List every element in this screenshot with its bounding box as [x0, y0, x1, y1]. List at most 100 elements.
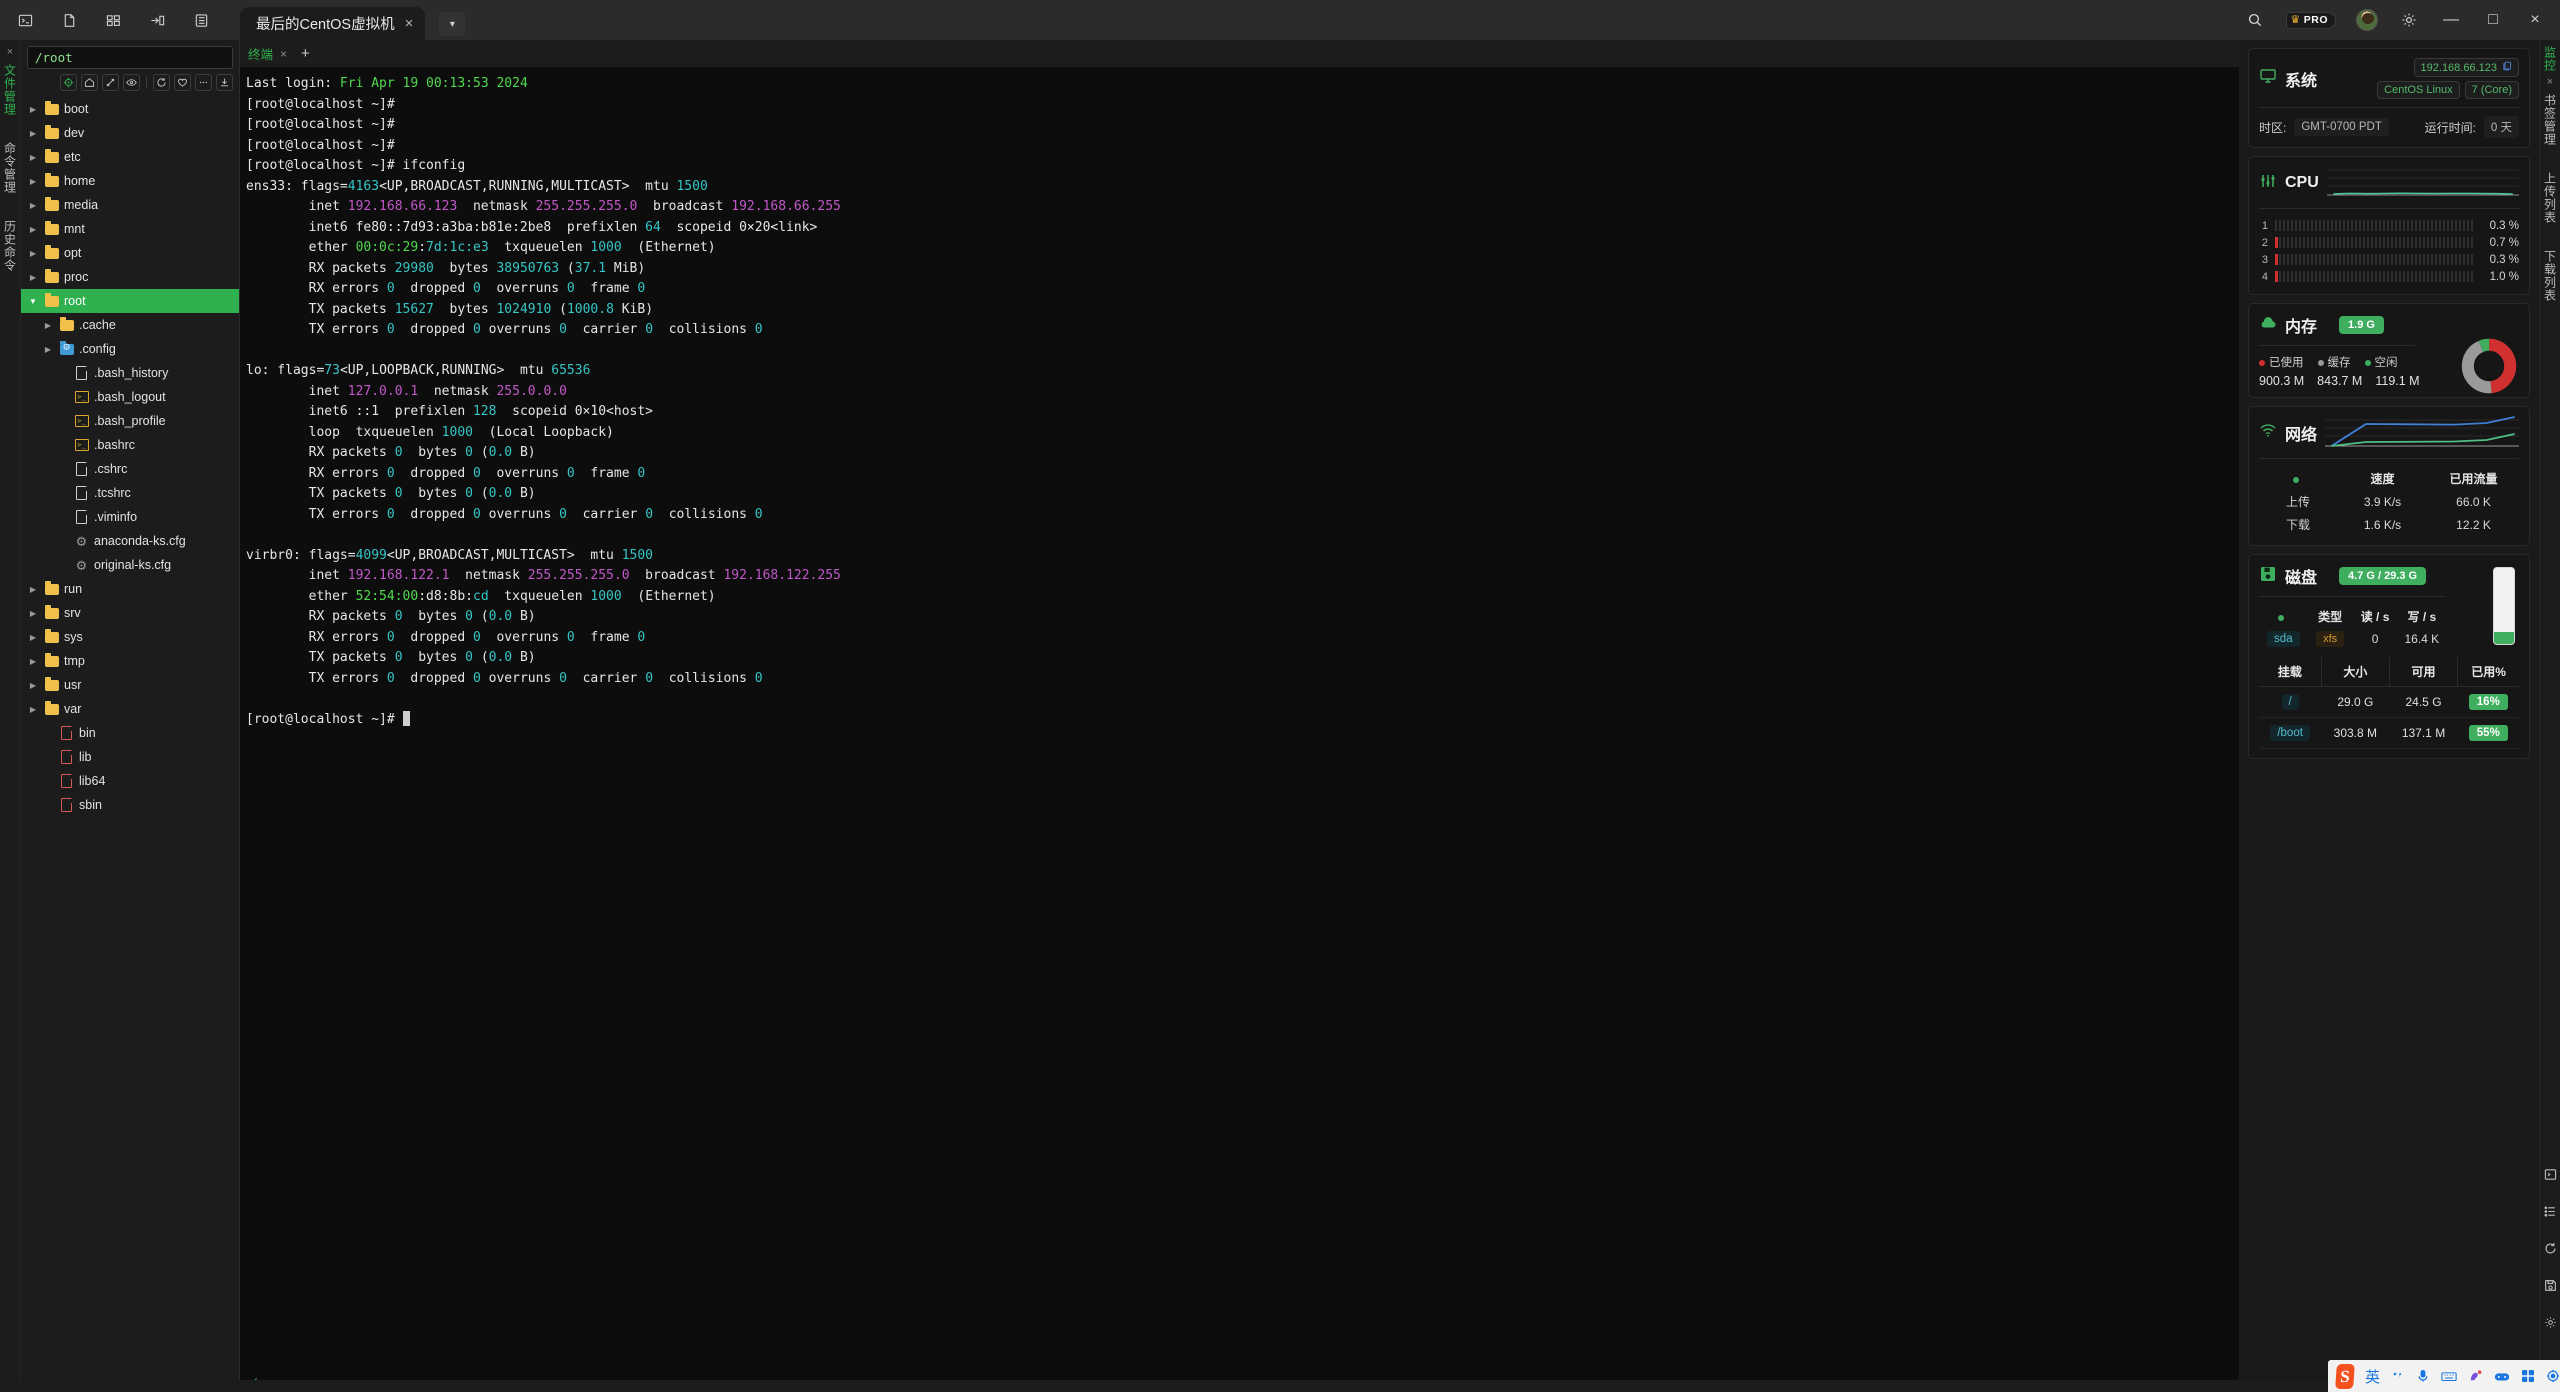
tree-item-tmp[interactable]: ▶ tmp — [21, 649, 239, 673]
left-rail-close-icon[interactable]: × — [7, 46, 13, 58]
right-rail-tab-bookmarks[interactable]: 书签管理 — [2542, 94, 2559, 146]
refresh-icon[interactable] — [153, 74, 170, 91]
tree-item-media[interactable]: ▶ media — [21, 193, 239, 217]
close-icon[interactable]: × — [280, 47, 287, 61]
tree-item-lib64[interactable]: lib64 — [21, 769, 239, 793]
maximize-button[interactable]: □ — [2482, 9, 2504, 31]
gear-icon[interactable] — [2543, 1315, 2558, 1330]
hidden-files-icon[interactable] — [123, 74, 140, 91]
tree-item-dot-bashrc[interactable]: >_ .bashrc — [21, 433, 239, 457]
chevron-down-icon[interactable]: ▾ — [439, 12, 466, 36]
avatar[interactable] — [2356, 9, 2378, 31]
tree-item-dot-bash_history[interactable]: .bash_history — [21, 361, 239, 385]
tree-item-dot-bash_profile[interactable]: >_ .bash_profile — [21, 409, 239, 433]
favorite-icon[interactable] — [174, 74, 191, 91]
file-tree[interactable]: ▶ boot ▶ dev ▶ etc ▶ home ▶ media ▶ mnt ▶ opt ▶ proc ▼ ro… — [21, 95, 239, 1392]
terminal-tab[interactable]: 终端 × — [248, 44, 287, 63]
punctuation-icon[interactable] — [2391, 1369, 2405, 1383]
session-tab[interactable]: 最后的CentOS虚拟机 × — [240, 7, 426, 40]
expand-arrow-icon[interactable]: ▶ — [27, 633, 39, 642]
expand-arrow-icon[interactable]: ▼ — [27, 297, 39, 306]
gear-icon[interactable] — [2398, 9, 2420, 31]
tree-item-dot-bash_logout[interactable]: >_ .bash_logout — [21, 385, 239, 409]
tree-item-dot-viminfo[interactable]: .viminfo — [21, 505, 239, 529]
save-icon[interactable] — [2543, 1278, 2558, 1293]
connect-icon[interactable] — [146, 9, 168, 31]
new-terminal-tab-button[interactable]: + — [301, 46, 310, 61]
game-icon[interactable] — [2494, 1370, 2510, 1383]
path-input[interactable]: /root — [27, 46, 233, 69]
split-icon[interactable] — [102, 9, 124, 31]
window-close-button[interactable]: × — [2524, 9, 2546, 31]
tree-item-mnt[interactable]: ▶ mnt — [21, 217, 239, 241]
copy-icon[interactable] — [2502, 61, 2512, 74]
expand-arrow-icon[interactable]: ▶ — [27, 705, 39, 714]
tree-item-proc[interactable]: ▶ proc — [21, 265, 239, 289]
expand-arrow-icon[interactable]: ▶ — [27, 273, 39, 282]
tree-item-etc[interactable]: ▶ etc — [21, 145, 239, 169]
skin-icon[interactable] — [2468, 1369, 2483, 1384]
sogou-ime-logo[interactable]: S — [2335, 1363, 2355, 1389]
expand-arrow-icon[interactable]: ▶ — [42, 345, 54, 354]
locate-icon[interactable] — [60, 74, 77, 91]
refresh-icon[interactable] — [2543, 1241, 2558, 1256]
tree-item-dot-cache[interactable]: ▶ .cache — [21, 313, 239, 337]
tree-item-dot-cshrc[interactable]: .cshrc — [21, 457, 239, 481]
resize-icon[interactable] — [102, 74, 119, 91]
tree-item-opt[interactable]: ▶ opt — [21, 241, 239, 265]
expand-arrow-icon[interactable]: ▶ — [42, 321, 54, 330]
expand-arrow-icon[interactable]: ▶ — [27, 105, 39, 114]
tree-item-anaconda-ks.cfg[interactable]: ⚙ anaconda-ks.cfg — [21, 529, 239, 553]
expand-arrow-icon[interactable]: ▶ — [27, 609, 39, 618]
expand-arrow-icon[interactable]: ▶ — [27, 153, 39, 162]
right-rail-close-icon[interactable]: × — [2547, 76, 2553, 88]
expand-arrow-icon[interactable]: ▶ — [27, 201, 39, 210]
tree-item-home[interactable]: ▶ home — [21, 169, 239, 193]
sftp-icon[interactable] — [58, 9, 80, 31]
terminal-output[interactable]: Last login: Fri Apr 19 00:13:53 2024 [roo… — [240, 67, 2239, 1370]
left-rail-tab-history-commands[interactable]: 历史命令 — [2, 220, 19, 272]
tree-item-lib[interactable]: lib — [21, 745, 239, 769]
tree-item-dev[interactable]: ▶ dev — [21, 121, 239, 145]
tree-item-dot-tcshrc[interactable]: .tcshrc — [21, 481, 239, 505]
tree-item-sbin[interactable]: sbin — [21, 793, 239, 817]
left-rail-tab-file-manager[interactable]: 文件管理 — [2, 64, 19, 116]
expand-arrow-icon[interactable]: ▶ — [27, 681, 39, 690]
keyboard-icon[interactable] — [2441, 1370, 2457, 1383]
expand-arrow-icon[interactable]: ▶ — [27, 249, 39, 258]
right-rail-tab-monitor[interactable]: 监控 — [2542, 46, 2559, 72]
expand-arrow-icon[interactable]: ▶ — [27, 225, 39, 234]
minimize-button[interactable]: — — [2440, 9, 2462, 31]
terminal-icon[interactable] — [14, 9, 36, 31]
close-icon[interactable]: × — [405, 15, 414, 32]
list-icon[interactable] — [2543, 1204, 2558, 1219]
expand-arrow-icon[interactable]: ▶ — [27, 129, 39, 138]
expand-arrow-icon[interactable]: ▶ — [27, 657, 39, 666]
terminal-icon[interactable] — [2543, 1167, 2558, 1182]
expand-arrow-icon[interactable]: ▶ — [27, 585, 39, 594]
right-rail-tab-upload-list[interactable]: 上传列表 — [2542, 172, 2559, 224]
microphone-icon[interactable] — [2416, 1369, 2430, 1383]
home-icon[interactable] — [81, 74, 98, 91]
system-ip-chip[interactable]: 192.168.66.123 — [2413, 58, 2519, 77]
right-rail-tab-download-list[interactable]: 下载列表 — [2542, 250, 2559, 302]
tree-item-root[interactable]: ▼ root — [21, 289, 239, 313]
left-rail-tab-command-manager[interactable]: 命令管理 — [2, 142, 19, 194]
download-icon[interactable] — [216, 74, 233, 91]
tree-item-bin[interactable]: bin — [21, 721, 239, 745]
search-icon[interactable] — [2244, 9, 2266, 31]
tree-item-run[interactable]: ▶ run — [21, 577, 239, 601]
tree-item-original-ks.cfg[interactable]: ⚙ original-ks.cfg — [21, 553, 239, 577]
tree-item-sys[interactable]: ▶ sys — [21, 625, 239, 649]
tree-item-usr[interactable]: ▶ usr — [21, 673, 239, 697]
settings-icon[interactable] — [2546, 1369, 2560, 1383]
tree-item-srv[interactable]: ▶ srv — [21, 601, 239, 625]
apps-icon[interactable] — [2521, 1369, 2535, 1383]
expand-arrow-icon[interactable]: ▶ — [27, 177, 39, 186]
tree-item-boot[interactable]: ▶ boot — [21, 97, 239, 121]
tree-item-var[interactable]: ▶ var — [21, 697, 239, 721]
list-icon[interactable] — [190, 9, 212, 31]
tree-item-dot-config[interactable]: ▶ .config — [21, 337, 239, 361]
more-icon[interactable] — [195, 74, 212, 91]
pro-badge[interactable]: ♛ PRO — [2286, 11, 2336, 29]
